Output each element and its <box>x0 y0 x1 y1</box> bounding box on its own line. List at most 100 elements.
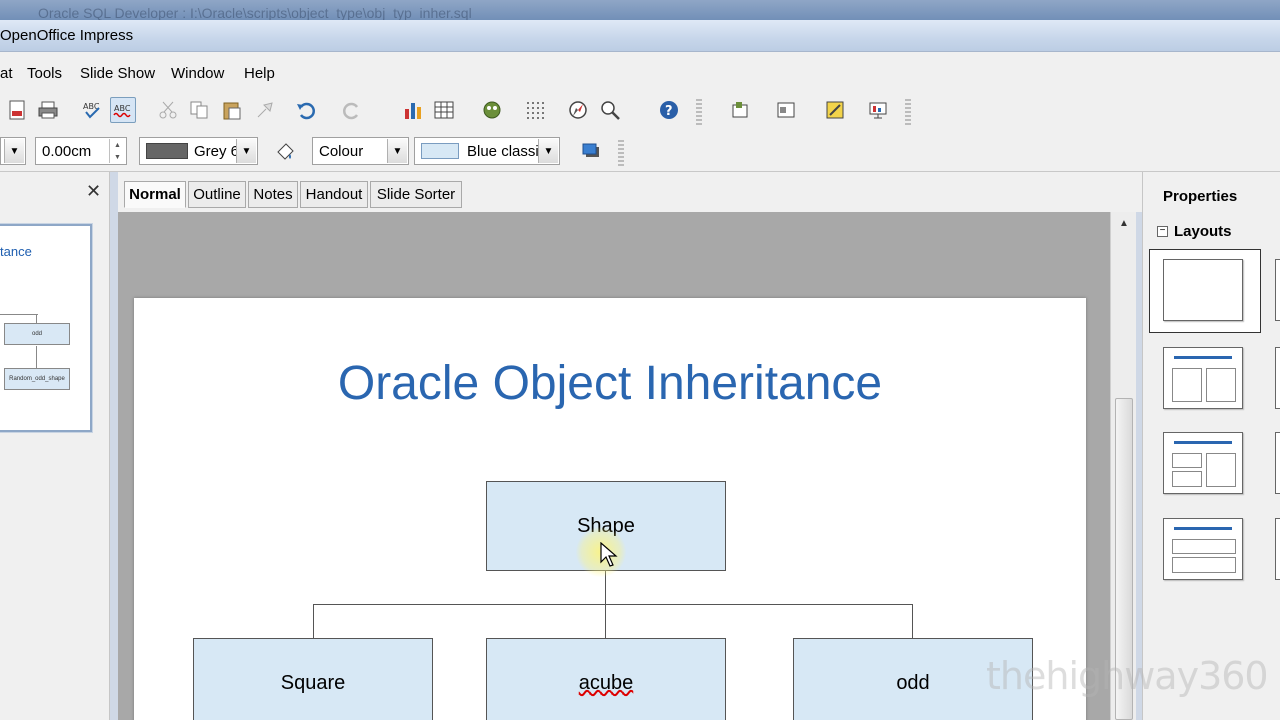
connector-line <box>313 604 913 605</box>
toolbar-grip[interactable] <box>618 140 624 166</box>
redo-icon[interactable] <box>339 97 365 123</box>
slide-design-icon[interactable] <box>822 97 848 123</box>
svg-text:ABC: ABC <box>114 104 131 113</box>
area-style-icon[interactable] <box>272 138 298 164</box>
node-label: Square <box>280 671 346 694</box>
export-pdf-icon[interactable] <box>4 97 30 123</box>
thumbnail-connector <box>36 346 37 368</box>
slide-icon[interactable] <box>727 97 753 123</box>
area-fill-value: Blue classic <box>467 142 547 160</box>
thumbnail-title: tance <box>0 244 32 259</box>
layout-content-box <box>1172 453 1202 468</box>
connector-line <box>313 604 314 638</box>
layout-partial[interactable] <box>1275 259 1280 321</box>
node-acube[interactable]: acube <box>486 638 726 720</box>
layout-partial[interactable] <box>1275 347 1280 409</box>
undo-icon[interactable] <box>293 97 319 123</box>
display-icon[interactable] <box>865 97 891 123</box>
layout-title-bar <box>1174 356 1232 359</box>
thumbnail-connector <box>0 314 38 315</box>
node-label: odd <box>896 671 930 694</box>
toolbar-grip[interactable] <box>696 99 702 125</box>
layout-title-3-content[interactable] <box>1163 432 1243 494</box>
tab-slide-sorter[interactable]: Slide Sorter <box>370 181 462 208</box>
node-label: acube <box>578 671 634 694</box>
chart-icon[interactable] <box>400 97 426 123</box>
layout-content-box <box>1172 557 1236 573</box>
copy-icon[interactable] <box>186 97 212 123</box>
line-fill-toolbar: ▼ 0.00cm ▲ ▼ Grey 6 ▼ Colour ▼ Blue class… <box>0 132 1280 172</box>
layout-content-box <box>1206 368 1236 402</box>
area-fill-dropdown[interactable]: ▼ <box>538 139 558 163</box>
slide-layout-icon[interactable] <box>773 97 799 123</box>
spellcheck-icon[interactable]: ABC <box>79 97 105 123</box>
layout-title-stacked[interactable] <box>1163 518 1243 580</box>
menubar: at Tools Slide Show Window Help <box>0 52 1280 90</box>
area-fill-select[interactable]: Blue classic ▼ <box>414 137 560 165</box>
background-window-title: Oracle SQL Developer : I:\Oracle\scripts… <box>38 5 472 21</box>
menu-format[interactable]: at <box>0 65 13 82</box>
layout-content-box <box>1172 539 1236 554</box>
menu-slide-show[interactable]: Slide Show <box>80 65 155 82</box>
node-square[interactable]: Square <box>193 638 433 720</box>
layout-content-box <box>1206 453 1236 487</box>
line-color-select[interactable]: Grey 6 ▼ <box>139 137 258 165</box>
connector-line <box>912 604 913 638</box>
layout-blank[interactable] <box>1163 259 1243 321</box>
line-color-swatch <box>146 143 188 159</box>
table-icon[interactable] <box>431 97 457 123</box>
collapse-icon[interactable]: − <box>1157 226 1168 237</box>
layout-content-box <box>1172 471 1202 487</box>
close-icon[interactable]: ✕ <box>86 181 101 202</box>
line-color-dropdown[interactable]: ▼ <box>236 139 256 163</box>
tab-handout[interactable]: Handout <box>300 181 368 208</box>
print-icon[interactable] <box>35 97 61 123</box>
menu-window[interactable]: Window <box>171 65 224 82</box>
layouts-label: Layouts <box>1174 223 1232 240</box>
autospellcheck-icon[interactable]: ABC <box>110 97 136 123</box>
scroll-up-icon[interactable]: ▲ <box>1119 218 1129 229</box>
zoom-icon[interactable] <box>597 97 623 123</box>
toolbar-grip[interactable] <box>905 99 911 125</box>
background-window-titlebar: Oracle SQL Developer : I:\Oracle\scripts… <box>0 0 1280 22</box>
standard-toolbar: ABC ABC ▼ ▼ ? ▼ <box>0 90 1280 205</box>
grid-icon[interactable] <box>522 97 548 123</box>
clone-format-icon[interactable] <box>252 97 278 123</box>
line-color-value: Grey 6 <box>194 142 240 160</box>
line-width-input[interactable]: 0.00cm ▲ ▼ <box>35 137 127 165</box>
svg-text:?: ? <box>665 104 673 119</box>
layout-title-bar <box>1174 527 1232 530</box>
thumbnail-box: Random_odd_shape <box>4 368 70 390</box>
tab-notes[interactable]: Notes <box>248 181 298 208</box>
navigator-icon[interactable] <box>565 97 591 123</box>
window-title: OpenOffice Impress <box>0 27 134 44</box>
gallery-icon[interactable] <box>479 97 505 123</box>
line-width-value: 0.00cm <box>42 142 92 160</box>
tab-normal[interactable]: Normal <box>124 181 186 208</box>
area-style-select[interactable]: Colour ▼ <box>312 137 409 165</box>
slide-title[interactable]: Oracle Object Inheritance <box>134 356 1086 411</box>
layouts-section-header[interactable]: − Layouts <box>1157 223 1232 240</box>
thumbnail-box: odd <box>4 323 70 345</box>
area-style-dropdown[interactable]: ▼ <box>387 139 407 163</box>
shadow-icon[interactable] <box>578 138 604 164</box>
tab-outline[interactable]: Outline <box>188 181 246 208</box>
layout-title-bar <box>1174 441 1232 444</box>
paste-icon[interactable] <box>219 97 245 123</box>
menu-tools[interactable]: Tools <box>27 65 62 82</box>
line-style-select[interactable]: ▼ <box>0 137 26 165</box>
window-titlebar[interactable]: OpenOffice Impress <box>0 20 1280 52</box>
help-icon[interactable]: ? <box>656 97 682 123</box>
mouse-cursor-icon <box>600 541 618 572</box>
layout-partial[interactable] <box>1275 432 1280 494</box>
layout-title-2-content[interactable] <box>1163 347 1243 409</box>
cut-icon[interactable] <box>155 97 181 123</box>
layout-partial[interactable] <box>1275 518 1280 580</box>
line-width-spinner[interactable]: ▲ ▼ <box>109 139 125 163</box>
area-style-value: Colour <box>319 142 364 160</box>
slide-thumbnail[interactable]: tance odd Random_odd_shape <box>0 224 92 432</box>
line-style-dropdown[interactable]: ▼ <box>4 139 24 163</box>
vertical-scrollbar[interactable]: ▲ <box>1110 212 1136 720</box>
properties-title: Properties <box>1163 188 1238 205</box>
menu-help[interactable]: Help <box>244 65 275 82</box>
